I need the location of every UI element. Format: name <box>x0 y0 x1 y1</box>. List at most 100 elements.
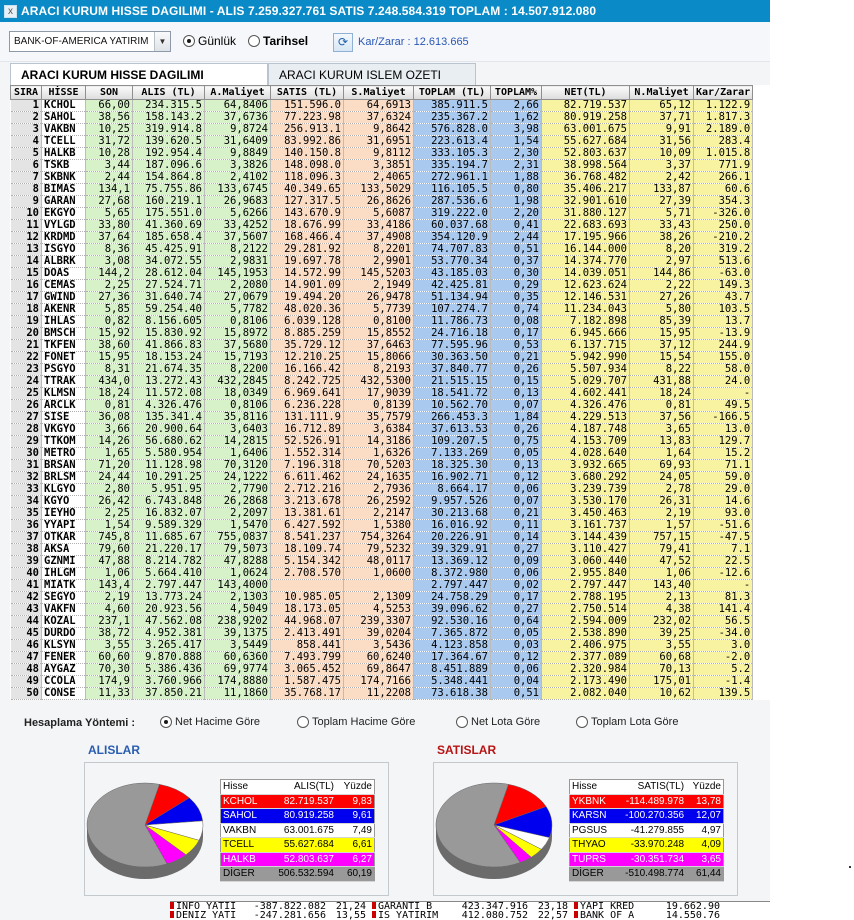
alislar-legend-pct: 9,83 <box>335 794 375 809</box>
column-header-toplam-pct[interactable]: TOPLAM% <box>490 85 542 100</box>
table-row[interactable]: 7 SKBNK 2,44 154.864.8 2,4102 118.096.3 2,4065… <box>10 171 754 184</box>
table-row[interactable]: 49 CCOLA 174,9 3.760.966 174,8880 1.587.475 17… <box>10 675 754 688</box>
cell-a-maliyet: 26,9683 <box>204 195 271 208</box>
radio-toplam-lota[interactable]: Toplam Lota Göre <box>576 716 678 728</box>
table-row[interactable]: 36 YYAPI 1,54 9.589.329 1,5470 6.427.592 1,538… <box>10 519 754 532</box>
table-row[interactable]: 29 TTKOM 14,26 56.680.62 14,2815 52.526.91 14,… <box>10 435 754 448</box>
radio-tarihsel-circle[interactable] <box>248 35 260 47</box>
red-marker-icon <box>372 902 376 909</box>
table-row[interactable]: 30 METRO 1,65 5.580.954 1,6406 1.552.314 1,632… <box>10 447 754 460</box>
cell-toplam: 116.105.5 <box>413 183 491 196</box>
table-row[interactable]: 33 KLGYO 2,80 5.951.95 2,7790 2.712.216 2,7936… <box>10 483 754 496</box>
radio-toplam-hacim-circle[interactable] <box>297 716 309 728</box>
column-header-satis[interactable]: SATIS (TL) <box>270 85 344 100</box>
table-row[interactable]: 48 AYGAZ 70,30 5.386.436 69,9774 3.065.452 69,… <box>10 663 754 676</box>
cell-kar-zarar: 5.2 <box>693 663 754 676</box>
cell-kar-zarar: - <box>693 387 754 400</box>
table-row[interactable]: 10 EKGYO 5,65 175.551.0 5,6266 143.670.9 5,608… <box>10 207 754 220</box>
table-row[interactable]: 13 ISGYO 8,36 45.425.91 8,2122 29.281.92 8,220… <box>10 243 754 256</box>
table-row[interactable]: 42 SEGYO 2,19 13.773.24 2,1303 10.985.05 2,130… <box>10 591 754 604</box>
broker-select[interactable]: BANK-OF-AMERICA YATIRIM ▼ <box>9 31 171 52</box>
radio-net-lota[interactable]: Net Lota Göre <box>456 716 540 728</box>
table-row[interactable]: 25 KLMSN 18,24 11.572.08 18,0349 6.969.641 17,… <box>10 387 754 400</box>
table-row[interactable]: 45 DURDO 38,72 4.952.381 39,1375 2.413.491 39,… <box>10 627 754 640</box>
radio-net-hacim-circle[interactable] <box>160 716 172 728</box>
red-marker-icon <box>170 911 174 918</box>
column-header-toplam[interactable]: TOPLAM (TL) <box>413 85 491 100</box>
table-row[interactable]: 22 FONET 15,95 18.153.24 15,7193 12.210.25 15,… <box>10 351 754 364</box>
table-row[interactable]: 26 ARCLK 0,81 4.326.476 0,8106 6.236.228 0,813… <box>10 399 754 412</box>
table-row[interactable]: 43 VAKFN 4,60 20.923.56 4,5049 18.173.05 4,525… <box>10 603 754 616</box>
table-row[interactable]: 3 VAKBN 10,25 319.914.8 9,8724 256.913.1 9,864… <box>10 123 754 136</box>
table-row[interactable]: 14 ALBRK 3,08 34.072.55 2,9831 19.697.78 2,990… <box>10 255 754 268</box>
cell-satis: 151.596.0 <box>270 99 344 112</box>
bottom-row-2: DENIZ YATI -247.281.656 13,55 IS YATIRIM… <box>170 911 770 920</box>
table-row[interactable]: 23 PSGYO 8,31 21.674.35 8,2200 16.166.42 8,219… <box>10 363 754 376</box>
cell-a-maliyet: 27,0679 <box>204 291 271 304</box>
table-row[interactable]: 40 IHLGM 1,06 5.664.410 1,0624 2.708.570 1,060… <box>10 567 754 580</box>
table-row[interactable]: 24 TTRAK 434,0 13.272.43 432,2845 8.242.725 43… <box>10 375 754 388</box>
radio-gunluk-circle[interactable] <box>183 35 195 47</box>
table-row[interactable]: 31 BRSAN 71,20 11.128.98 70,3120 7.196.318 70,… <box>10 459 754 472</box>
cell-hisse: TTRAK <box>41 375 86 388</box>
tab-hisse-dagilimi[interactable]: ARACI KURUM HISSE DAGILIMI <box>10 63 268 86</box>
column-header-sira[interactable]: SIRA <box>10 85 42 100</box>
table-row[interactable]: 41 MIATK 143,4 2.797.447 143,4000 2.797.447 0,… <box>10 579 754 592</box>
cell-alis: 192.954.4 <box>132 147 205 160</box>
radio-net-hacim[interactable]: Net Hacime Göre <box>160 716 260 728</box>
table-row[interactable]: 6 TSKB 3,44 187.096.6 3,3826 148.098.0 3,3851 3… <box>10 159 754 172</box>
table-row[interactable]: 46 KLSYN 3,55 3.265.417 3,5449 858.441 3,5436 4… <box>10 639 754 652</box>
cell-toplam-pct: 0,29 <box>490 279 542 292</box>
radio-gunluk[interactable]: Günlük <box>183 34 236 48</box>
column-header-kar-zarar[interactable]: Kar/Zarar <box>692 85 754 100</box>
table-row[interactable]: 11 VYLGD 33,80 41.360.69 33,4252 18.676.99 33,… <box>10 219 754 232</box>
chevron-down-icon[interactable]: ▼ <box>154 32 170 51</box>
column-header-s-maliyet[interactable]: S.Maliyet <box>343 85 414 100</box>
radio-tarihsel[interactable]: Tarihsel <box>248 34 308 48</box>
refresh-icon[interactable]: ⟳ <box>333 33 353 52</box>
table-row[interactable]: 5 HALKB 10,28 192.954.4 9,8849 140.150.8 9,811… <box>10 147 754 160</box>
table-row[interactable]: 35 IEYHO 2,25 16.832.07 2,2097 13.381.61 2,214… <box>10 507 754 520</box>
table-row[interactable]: 50 CONSE 11,33 37.850.21 11,1860 35.768.17 11,… <box>10 687 754 700</box>
column-header-alis[interactable]: ALIS (TL) <box>132 85 205 100</box>
tab-islem-ozeti[interactable]: ARACI KURUM ISLEM OZETI <box>268 63 476 85</box>
radio-net-lota-circle[interactable] <box>456 716 468 728</box>
table-row[interactable]: 28 VKGYO 3,66 20.900.64 3,6403 16.712.89 3,638… <box>10 423 754 436</box>
table-row[interactable]: 27 SISE 36,08 135.341.4 35,8116 131.111.9 35,7… <box>10 411 754 424</box>
table-row[interactable]: 2 SAHOL 38,56 158.143.2 37,6736 77.223.98 37,6… <box>10 111 754 124</box>
table-row[interactable]: 37 OTKAR 745,8 11.685.67 755,0837 8.541.237 75… <box>10 531 754 544</box>
column-header-n-maliyet[interactable]: N.Maliyet <box>629 85 694 100</box>
table-row[interactable]: 8 BIMAS 134,1 75.755.86 133,6745 40.349.65 133… <box>10 183 754 196</box>
table-row[interactable]: 19 IHLAS 0,82 8.156.605 0,8106 6.039.128 0,810… <box>10 315 754 328</box>
table-row[interactable]: 17 GWIND 27,36 31.640.74 27,0679 19.494.20 26,… <box>10 291 754 304</box>
table-row[interactable]: 21 TKFEN 38,60 41.866.83 37,5680 35.729.12 37,… <box>10 339 754 352</box>
column-header-son[interactable]: SON <box>85 85 133 100</box>
table-row[interactable]: 47 FENER 60,60 9.870.888 60,6360 7.493.799 60,… <box>10 651 754 664</box>
cell-kar-zarar: 60.6 <box>693 183 754 196</box>
hisse-grid[interactable]: SIRA HİSSE SON ALIS (TL) A.Maliyet SATIS (TL)… <box>10 85 770 700</box>
alislar-legend-row: DİGER 506.532.594 60,19 <box>220 866 375 882</box>
cell-n-maliyet: 37,56 <box>629 411 694 424</box>
close-icon[interactable]: x <box>4 4 17 18</box>
cell-hisse: CCOLA <box>41 675 86 688</box>
table-row[interactable]: 12 KRDMD 37,64 185.658.4 37,5607 168.466.4 37,… <box>10 231 754 244</box>
table-row[interactable]: 34 KGYO 26,42 6.743.848 26,2868 3.213.678 26,2… <box>10 495 754 508</box>
column-header-net[interactable]: NET(TL) <box>541 85 630 100</box>
column-header-hisse[interactable]: HİSSE <box>41 85 86 100</box>
table-row[interactable]: 32 BRLSM 24,44 10.291.25 24,1222 6.611.462 24,… <box>10 471 754 484</box>
radio-toplam-lota-circle[interactable] <box>576 716 588 728</box>
table-row[interactable]: 38 AKSA 79,60 21.220.17 79,5073 18.109.74 79,5… <box>10 543 754 556</box>
table-row[interactable]: 9 GARAN 27,68 160.219.1 26,9683 127.317.5 26,8… <box>10 195 754 208</box>
table-row[interactable]: 16 CEMAS 2,25 27.524.71 2,2080 14.901.09 2,194… <box>10 279 754 292</box>
table-row[interactable]: 20 BMSCH 15,92 15.830.92 15,8972 8.885.259 15,… <box>10 327 754 340</box>
table-row[interactable]: 4 TCELL 31,72 139.620.5 31,6409 83.992.86 31,6… <box>10 135 754 148</box>
column-header-a-maliyet[interactable]: A.Maliyet <box>204 85 271 100</box>
cell-a-maliyet: 26,2868 <box>204 495 271 508</box>
table-row[interactable]: 39 GZNMI 47,88 8.214.782 47,8288 5.154.342 48,… <box>10 555 754 568</box>
radio-toplam-hacim[interactable]: Toplam Hacime Göre <box>297 716 415 728</box>
table-row[interactable]: 1 KCHOL 66,00 234.315.5 64,8406 151.596.0 64,6… <box>10 99 754 112</box>
table-row[interactable]: 44 KOZAL 237,1 47.562.08 238,9202 44.968.07 23… <box>10 615 754 628</box>
table-row[interactable]: 15 DOAS 144,2 28.612.04 145,1953 14.572.99 145… <box>10 267 754 280</box>
cell-toplam-pct: 0,30 <box>490 267 542 280</box>
table-row[interactable]: 18 AKENR 5,85 59.254.40 5,7782 48.020.36 5,773… <box>10 303 754 316</box>
